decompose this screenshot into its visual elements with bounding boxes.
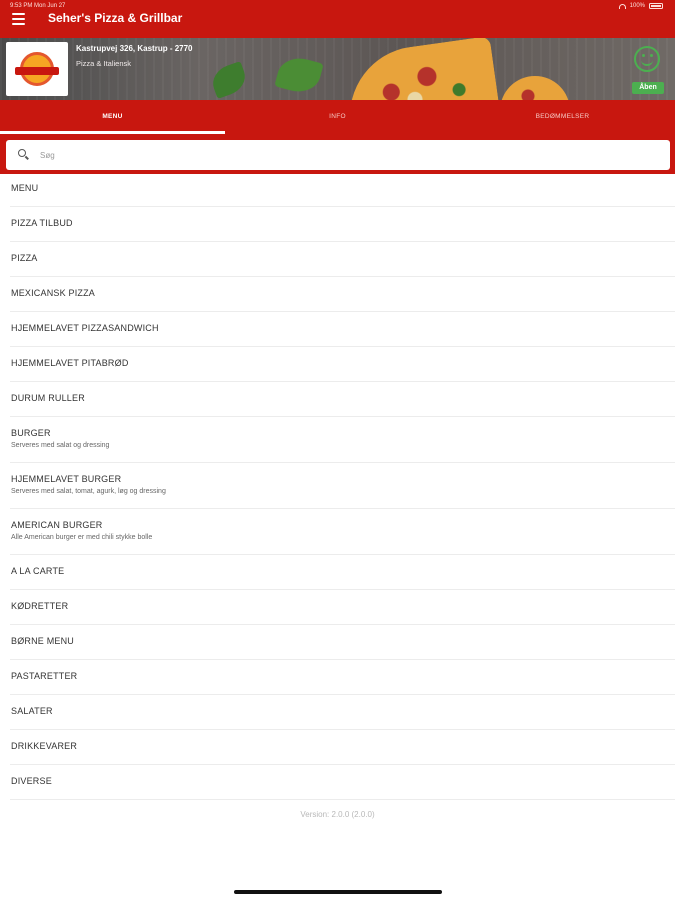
- app-title: Seher's Pizza & Grillbar: [48, 11, 183, 25]
- category-item-american-burger[interactable]: AMERICAN BURGER Alle American burger er …: [10, 509, 675, 555]
- app-header: 9:53 PM Mon Jun 27 100% Seher's Pizza & …: [0, 0, 675, 38]
- category-label: MEXICANSK PIZZA: [11, 288, 96, 298]
- category-item-pizzasandwich[interactable]: HJEMMELAVET PIZZASANDWICH: [10, 312, 675, 347]
- category-item-pizza[interactable]: PIZZA: [10, 242, 675, 277]
- category-label: MENU: [11, 183, 39, 193]
- battery-percent: 100%: [629, 3, 645, 9]
- category-label: DURUM RULLER: [11, 393, 85, 403]
- category-label: PASTARETTER: [11, 671, 78, 681]
- category-item-menu[interactable]: MENU: [10, 172, 675, 207]
- category-label: HJEMMELAVET PIZZASANDWICH: [11, 323, 159, 333]
- hamburger-menu-icon[interactable]: [12, 10, 32, 28]
- category-item-diverse[interactable]: DIVERSE: [10, 765, 675, 800]
- status-time: 9:53 PM Mon Jun 27: [10, 3, 66, 9]
- search-box: [6, 140, 670, 170]
- search-bar: [0, 134, 675, 174]
- smiley-icon: [634, 46, 660, 72]
- restaurant-banner: Kastrupvej 326, Kastrup - 2770 Pizza & I…: [0, 38, 675, 100]
- category-label: PIZZA: [11, 253, 38, 263]
- category-label: AMERICAN BURGER: [11, 520, 103, 530]
- category-label: KØDRETTER: [11, 601, 69, 611]
- search-icon: [18, 149, 26, 157]
- category-label: BURGER: [11, 428, 51, 438]
- tab-reviews[interactable]: BEDØMMELSER: [450, 100, 675, 134]
- open-status: Åben: [630, 44, 666, 94]
- category-item-hjemmelavet-burger[interactable]: HJEMMELAVET BURGER Serveres med salat, t…: [10, 463, 675, 509]
- tab-menu[interactable]: MENU: [0, 100, 225, 134]
- category-description: Alle American burger er med chili stykke…: [11, 534, 153, 541]
- category-label: BØRNE MENU: [11, 636, 75, 646]
- category-item-mexicansk-pizza[interactable]: MEXICANSK PIZZA: [10, 277, 675, 312]
- restaurant-cuisine: Pizza & Italiensk: [76, 59, 132, 68]
- category-label: DRIKKEVARER: [11, 741, 78, 751]
- category-item-drikkevarer[interactable]: DRIKKEVARER: [10, 730, 675, 765]
- category-label: A LA CARTE: [11, 566, 65, 576]
- search-input[interactable]: [40, 146, 640, 164]
- restaurant-logo: [6, 42, 68, 96]
- logo-icon: [15, 52, 59, 86]
- open-badge: Åben: [632, 82, 664, 94]
- category-label: PIZZA TILBUD: [11, 218, 73, 228]
- category-item-pastaretter[interactable]: PASTARETTER: [10, 660, 675, 695]
- wifi-icon: [618, 3, 626, 9]
- category-item-koedretter[interactable]: KØDRETTER: [10, 590, 675, 625]
- category-item-pitabroed[interactable]: HJEMMELAVET PITABRØD: [10, 347, 675, 382]
- tab-bar: MENU INFO BEDØMMELSER: [0, 100, 675, 134]
- category-label: HJEMMELAVET PITABRØD: [11, 358, 129, 368]
- restaurant-address: Kastrupvej 326, Kastrup - 2770: [76, 44, 193, 53]
- category-label: DIVERSE: [11, 776, 52, 786]
- category-description: Serveres med salat og dressing: [11, 442, 110, 449]
- category-item-salater[interactable]: SALATER: [10, 695, 675, 730]
- battery-icon: [649, 3, 663, 9]
- category-item-a-la-carte[interactable]: A LA CARTE: [10, 555, 675, 590]
- category-list: MENU PIZZA TILBUD PIZZA MEXICANSK PIZZA …: [0, 172, 675, 800]
- tab-info[interactable]: INFO: [225, 100, 450, 134]
- app-version: Version: 2.0.0 (2.0.0): [300, 810, 375, 819]
- category-label: SALATER: [11, 706, 53, 716]
- category-item-pizza-tilbud[interactable]: PIZZA TILBUD: [10, 207, 675, 242]
- status-right: 100%: [618, 3, 663, 9]
- category-item-durum-ruller[interactable]: DURUM RULLER: [10, 382, 675, 417]
- home-indicator[interactable]: [234, 890, 442, 894]
- category-item-boerne-menu[interactable]: BØRNE MENU: [10, 625, 675, 660]
- category-description: Serveres med salat, tomat, agurk, løg og…: [11, 488, 166, 495]
- category-item-burger[interactable]: BURGER Serveres med salat og dressing: [10, 417, 675, 463]
- category-label: HJEMMELAVET BURGER: [11, 474, 122, 484]
